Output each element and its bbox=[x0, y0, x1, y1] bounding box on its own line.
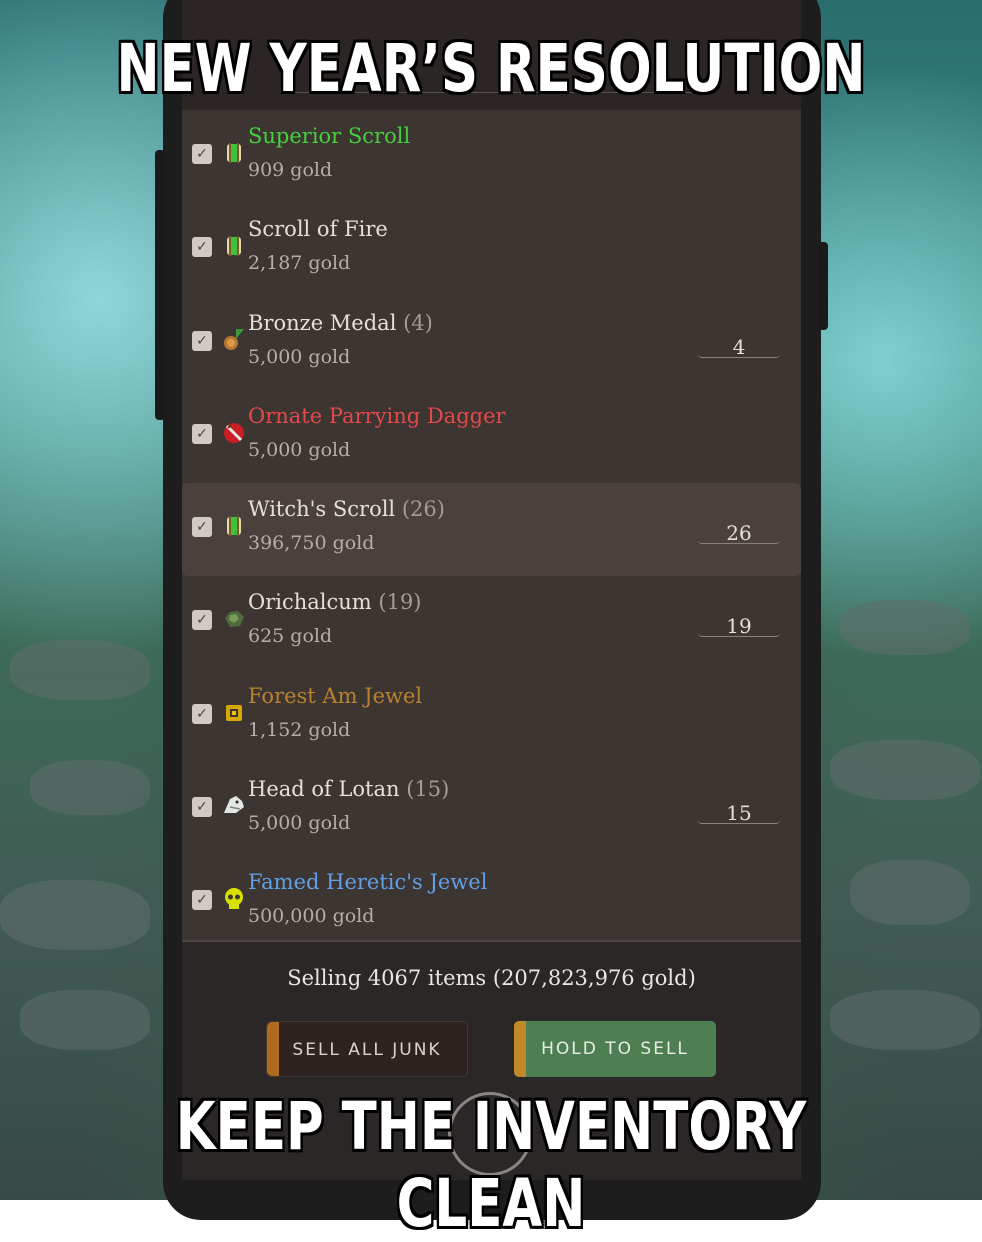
item-name-text: Orichalcum bbox=[248, 590, 372, 615]
item-name-text: Famed Heretic's Jewel bbox=[248, 870, 488, 895]
item-name-text: Bronze Medal bbox=[248, 310, 397, 335]
item-checkbox[interactable]: ✓ bbox=[192, 144, 212, 164]
item-name: Bronze Medal (4) bbox=[248, 311, 433, 335]
item-name: Witch's Scroll (26) bbox=[248, 497, 445, 521]
sell-all-junk-label: SELL ALL JUNK bbox=[292, 1040, 442, 1060]
button-accent bbox=[267, 1022, 279, 1076]
phone-volume-button bbox=[155, 150, 165, 420]
background-stone bbox=[850, 860, 970, 925]
quantity-input[interactable]: 4 bbox=[698, 335, 780, 359]
hold-to-sell-label: HOLD TO SELL bbox=[541, 1039, 689, 1059]
item-name: Ornate Parrying Dagger bbox=[248, 404, 506, 428]
ore-icon bbox=[222, 606, 246, 632]
quantity-input[interactable]: 26 bbox=[698, 521, 780, 545]
item-count: (19) bbox=[378, 590, 422, 615]
dagger-icon bbox=[222, 420, 246, 446]
hold-to-sell-button[interactable]: HOLD TO SELL bbox=[514, 1021, 716, 1077]
scroll-icon bbox=[222, 513, 246, 539]
background-stone bbox=[30, 760, 150, 815]
meme-bottom-caption: KEEP THE INVENTORY CLEAN bbox=[175, 1088, 807, 1242]
item-price: 909 gold bbox=[248, 159, 333, 181]
item-list[interactable]: ✓ Superior Scroll 909 gold ✓ Scroll of Fire 2… bbox=[182, 110, 801, 950]
item-name-text: Scroll of Fire bbox=[248, 217, 388, 242]
scroll-icon bbox=[222, 140, 246, 166]
background-stone bbox=[10, 640, 150, 700]
item-checkbox[interactable]: ✓ bbox=[192, 610, 212, 631]
item-checkbox[interactable]: ✓ bbox=[192, 890, 212, 911]
scroll-icon bbox=[222, 233, 246, 259]
meme-top-caption: NEW YEAR’S RESOLUTION bbox=[116, 30, 866, 107]
item-row[interactable]: ✓ Bronze Medal (4) 5,000 gold 4 bbox=[182, 297, 801, 390]
button-accent bbox=[514, 1021, 526, 1077]
item-row[interactable]: ✓ Forest Am Jewel 1,152 gold bbox=[182, 670, 801, 763]
item-name-text: Witch's Scroll bbox=[248, 497, 396, 522]
item-count: (15) bbox=[406, 777, 450, 802]
jewel-icon bbox=[222, 700, 246, 726]
item-row[interactable]: ✓ Superior Scroll 909 gold bbox=[182, 110, 801, 203]
item-checkbox[interactable]: ✓ bbox=[192, 423, 212, 444]
background-stone bbox=[830, 740, 980, 800]
item-count: (26) bbox=[401, 497, 445, 522]
item-price: 5,000 gold bbox=[248, 345, 351, 368]
item-checkbox[interactable]: ✓ bbox=[192, 703, 212, 724]
item-name-text: Superior Scroll bbox=[248, 124, 411, 148]
background-stone bbox=[0, 880, 150, 950]
item-count: (4) bbox=[403, 310, 433, 335]
item-row[interactable]: ✓ Witch's Scroll (26) 396,750 gold 26 bbox=[182, 483, 801, 577]
item-price: 5,000 gold bbox=[248, 812, 351, 835]
item-price: 2,187 gold bbox=[248, 252, 351, 275]
item-name: Scroll of Fire bbox=[248, 217, 388, 241]
skull-icon bbox=[222, 886, 246, 912]
item-row[interactable]: ✓ Scroll of Fire 2,187 gold bbox=[182, 203, 801, 296]
item-price: 5,000 gold bbox=[248, 438, 351, 461]
item-name: Superior Scroll bbox=[248, 124, 410, 148]
item-name-text: Head of Lotan bbox=[248, 777, 400, 802]
item-name: Head of Lotan (15) bbox=[248, 777, 449, 801]
item-name: Orichalcum (19) bbox=[248, 590, 422, 614]
item-row[interactable]: ✓ Orichalcum (19) 625 gold 19 bbox=[182, 576, 801, 669]
quantity-input[interactable]: 15 bbox=[698, 801, 780, 825]
item-checkbox[interactable]: ✓ bbox=[192, 517, 212, 538]
item-name-text: Forest Am Jewel bbox=[248, 683, 423, 708]
item-row[interactable]: ✓ Famed Heretic's Jewel 500,000 gold bbox=[182, 856, 801, 949]
item-checkbox[interactable]: ✓ bbox=[192, 330, 212, 351]
sell-all-junk-button[interactable]: SELL ALL JUNK bbox=[266, 1021, 468, 1077]
item-price: 500,000 gold bbox=[248, 905, 375, 928]
item-name: Forest Am Jewel bbox=[248, 684, 422, 708]
item-checkbox[interactable]: ✓ bbox=[192, 237, 212, 258]
dragon-head-icon bbox=[222, 793, 246, 819]
sell-screen: ✓ Superior Scroll 909 gold ✓ Scroll of Fire 2… bbox=[182, 0, 801, 1180]
item-name: Famed Heretic's Jewel bbox=[248, 870, 487, 894]
quantity-input[interactable]: 19 bbox=[698, 614, 780, 638]
item-price: 396,750 gold bbox=[248, 532, 375, 555]
medal-icon bbox=[222, 327, 246, 353]
item-price: 1,152 gold bbox=[248, 718, 351, 741]
background-stone bbox=[20, 990, 150, 1050]
item-row[interactable]: ✓ Ornate Parrying Dagger 5,000 gold bbox=[182, 390, 801, 483]
item-row[interactable]: ✓ Head of Lotan (15) 5,000 gold 15 bbox=[182, 763, 801, 856]
item-name-text: Ornate Parrying Dagger bbox=[248, 403, 506, 428]
selling-summary: Selling 4067 items (207,823,976 gold) bbox=[287, 966, 696, 990]
background-stone bbox=[840, 600, 970, 655]
item-checkbox[interactable]: ✓ bbox=[192, 797, 212, 818]
item-price: 625 gold bbox=[248, 625, 333, 648]
phone-power-button bbox=[818, 242, 828, 330]
background-stone bbox=[830, 990, 980, 1050]
